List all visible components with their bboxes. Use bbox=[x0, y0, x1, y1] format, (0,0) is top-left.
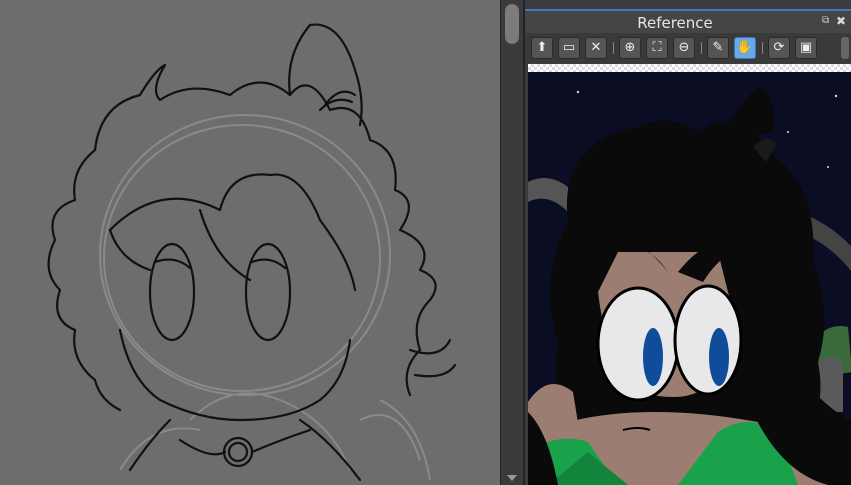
reference-panel: Reference ⧉ ✖ ⬆ ▭ ✕ ⊕ ⛶ ⊖ ✎ ✋ ⟳ ▣ bbox=[524, 0, 851, 485]
open-folder-icon[interactable]: ▭ bbox=[558, 37, 580, 59]
reference-toolbar: ⬆ ▭ ✕ ⊕ ⛶ ⊖ ✎ ✋ ⟳ ▣ bbox=[525, 33, 851, 63]
import-icon[interactable]: ⬆ bbox=[531, 37, 553, 59]
sketch-drawing bbox=[47, 23, 457, 482]
toolbar-separator bbox=[762, 42, 763, 54]
close-icon[interactable]: ✖ bbox=[836, 14, 846, 28]
eyedropper-icon[interactable]: ✎ bbox=[707, 37, 729, 59]
scroll-down-icon[interactable] bbox=[507, 475, 517, 481]
fullscreen-icon[interactable]: ▣ bbox=[795, 37, 817, 59]
drawing-canvas[interactable] bbox=[0, 0, 500, 485]
hand-icon[interactable]: ✋ bbox=[734, 37, 756, 59]
toolbar-separator bbox=[701, 42, 702, 54]
reference-image[interactable] bbox=[528, 72, 851, 485]
zoom-in-icon[interactable]: ⊕ bbox=[619, 37, 641, 59]
toolbar-separator bbox=[613, 42, 614, 54]
reference-artwork bbox=[528, 72, 851, 485]
transparency-strip bbox=[528, 64, 851, 72]
panel-title: Reference bbox=[637, 14, 713, 32]
canvas-vertical-scrollbar[interactable] bbox=[500, 0, 524, 485]
rotate-icon[interactable]: ⟳ bbox=[768, 37, 790, 59]
fit-icon[interactable]: ⛶ bbox=[646, 37, 668, 59]
zoom-out-icon[interactable]: ⊖ bbox=[673, 37, 695, 59]
scrollbar-thumb[interactable] bbox=[505, 4, 519, 44]
pop-out-icon[interactable]: ⧉ bbox=[822, 16, 831, 26]
toolbar-scrollbar[interactable] bbox=[841, 37, 849, 59]
clear-icon[interactable]: ✕ bbox=[585, 37, 607, 59]
